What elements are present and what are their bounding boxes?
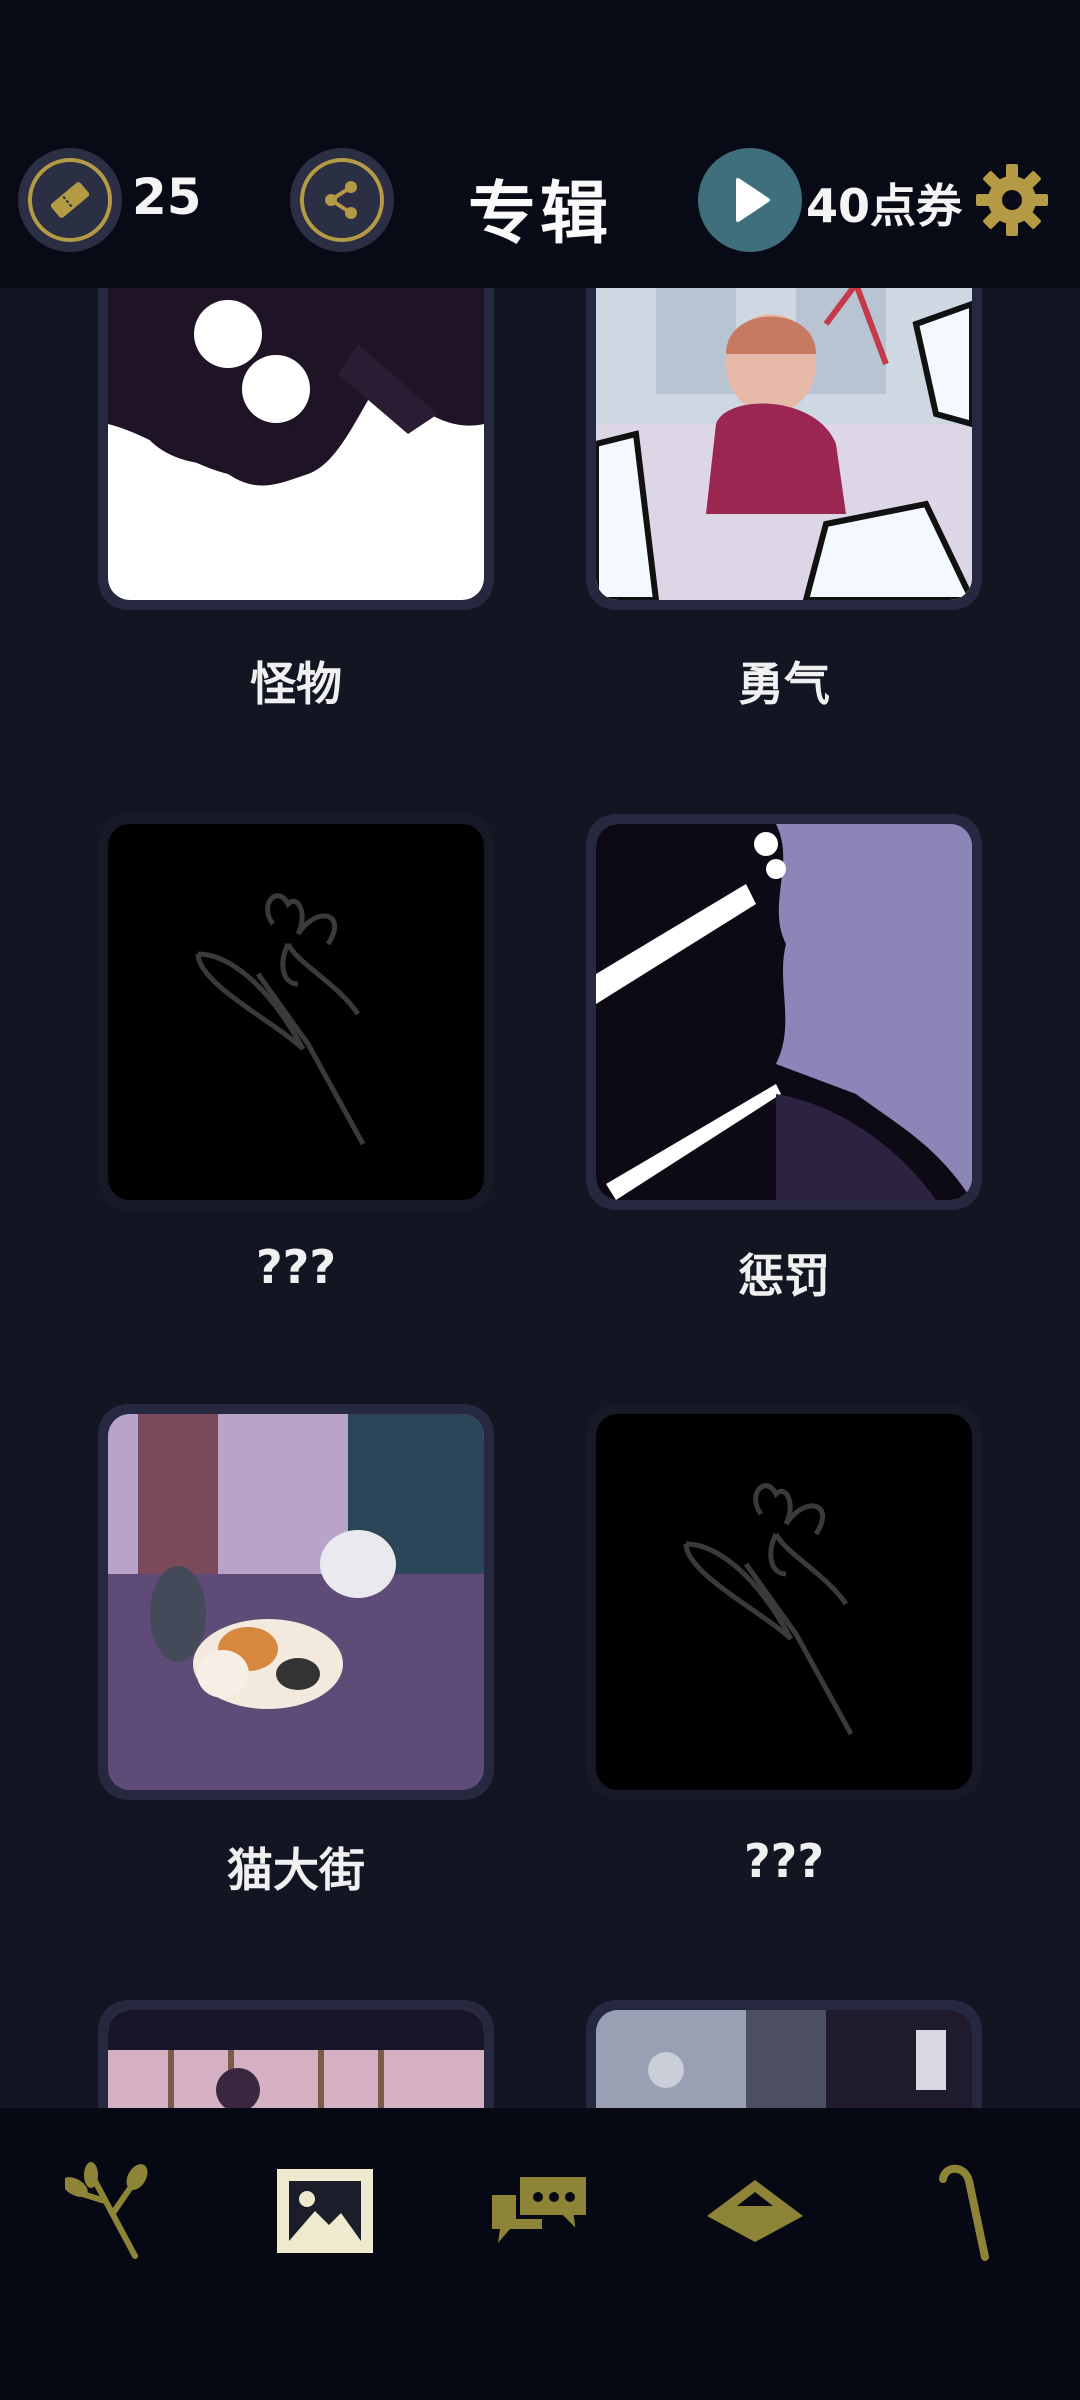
nav-item-hat[interactable] xyxy=(700,2156,810,2266)
bottom-nav xyxy=(0,2108,1080,2400)
album-label: 怪物 xyxy=(250,657,342,711)
coupon-label: 40点券 xyxy=(806,179,963,233)
plant-icon xyxy=(65,2162,148,2259)
hat-icon xyxy=(707,2180,803,2242)
album-label: 惩罚 xyxy=(738,1249,830,1303)
settings-button[interactable] xyxy=(972,160,1052,240)
page-title: 专辑 xyxy=(467,175,612,254)
album-card-punishment[interactable] xyxy=(586,814,982,1210)
nav-item-plant[interactable] xyxy=(55,2156,165,2266)
album-card-locked[interactable] xyxy=(98,814,494,1210)
nav-item-chat[interactable] xyxy=(485,2156,595,2266)
album-label: 猫大街 xyxy=(227,1843,365,1897)
locked-flower-icon xyxy=(195,893,366,1146)
album-art-cat-street xyxy=(108,1414,484,1790)
watch-ad-button[interactable] xyxy=(698,148,802,252)
album-art-punishment xyxy=(596,824,972,1200)
share-icon xyxy=(325,181,357,219)
ticket-icon xyxy=(50,182,90,218)
locked-flower-icon xyxy=(683,1483,854,1736)
gear-icon xyxy=(976,164,1048,236)
album-card-cat-street[interactable] xyxy=(98,1404,494,1800)
share-button[interactable] xyxy=(290,148,394,252)
cane-icon xyxy=(939,2164,989,2261)
album-label: 勇气 xyxy=(738,657,830,711)
album-card-locked[interactable] xyxy=(586,1404,982,1800)
gallery-icon xyxy=(277,2169,373,2253)
ticket-button[interactable] xyxy=(18,148,122,252)
nav-item-gallery[interactable] xyxy=(270,2156,380,2266)
chat-icon xyxy=(492,2173,588,2243)
nav-item-cane[interactable] xyxy=(915,2156,1025,2266)
play-icon xyxy=(736,178,770,222)
ticket-count: 25 xyxy=(132,168,202,226)
album-label: ??? xyxy=(743,1834,825,1888)
album-label: ??? xyxy=(255,1240,337,1294)
top-bar: 25 专辑 40点券 xyxy=(0,0,1080,288)
